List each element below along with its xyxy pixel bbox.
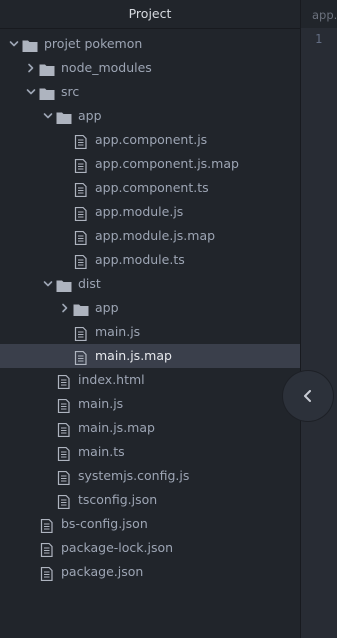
tree-file[interactable]: bs-config.json [0, 512, 300, 536]
tree-item-label: tsconfig.json [78, 492, 158, 507]
tree-item-label: app.component.js.map [95, 156, 239, 171]
tree-file[interactable]: systemjs.config.js [0, 464, 300, 488]
line-number: 1 [315, 32, 323, 46]
folder-open-icon [56, 109, 72, 124]
tree-item-label: index.html [78, 372, 145, 387]
folder-open-icon [22, 37, 38, 52]
tree-item-label: app.module.js.map [95, 228, 216, 243]
file-text-icon [73, 253, 89, 270]
tree-item-label: main.js [78, 396, 124, 411]
chevron-right-icon[interactable] [59, 296, 71, 320]
tree-item-label: main.js [95, 324, 141, 339]
tree-file[interactable]: package-lock.json [0, 536, 300, 560]
tree-file[interactable]: app.module.js.map [0, 224, 300, 248]
tree-file[interactable]: index.html [0, 368, 300, 392]
file-text-icon [56, 373, 72, 390]
file-text-icon [73, 325, 89, 342]
chevron-right-icon[interactable] [25, 56, 37, 80]
tree-item-label: app.module.js [95, 204, 184, 219]
tree-file[interactable]: app.module.js [0, 200, 300, 224]
file-text-icon [73, 181, 89, 198]
tree-folder[interactable]: node_modules [0, 56, 300, 80]
collapse-panel-button[interactable] [283, 371, 333, 421]
folder-icon [73, 301, 89, 316]
pane-title: Project [0, 0, 300, 28]
chevron-down-icon[interactable] [42, 272, 54, 296]
file-text-icon [39, 565, 55, 582]
tree-item-label: app [95, 300, 119, 315]
folder-open-icon [56, 277, 72, 292]
tree-folder[interactable]: projet pokemon [0, 32, 300, 56]
tree-item-label: app.module.ts [95, 252, 185, 267]
tree-file[interactable]: main.js.map [0, 344, 300, 368]
project-tree-pane: Project projet pokemon node_modulessrc app… [0, 0, 300, 638]
file-text-icon [39, 517, 55, 534]
tree-item-label: package-lock.json [61, 540, 174, 555]
tree-file[interactable]: app.component.ts [0, 176, 300, 200]
file-text-icon [73, 229, 89, 246]
tree-folder[interactable]: src [0, 80, 300, 104]
atom-window: Project projet pokemon node_modulessrc app… [0, 0, 337, 638]
editor-tab[interactable]: app. [301, 0, 337, 28]
tree-folder[interactable]: app [0, 296, 300, 320]
tree-file[interactable]: main.ts [0, 440, 300, 464]
tree-item-label: app.component.js [95, 132, 208, 147]
tree-file[interactable]: main.js [0, 320, 300, 344]
tree-item-label: node_modules [61, 60, 152, 75]
tree-file[interactable]: app.component.js.map [0, 152, 300, 176]
file-text-icon [56, 421, 72, 438]
tree-folder[interactable]: app [0, 104, 300, 128]
file-text-icon [73, 157, 89, 174]
tree-item-label: package.json [61, 564, 144, 579]
tree-item-label: main.js.map [95, 348, 172, 363]
chevron-down-icon[interactable] [8, 32, 20, 56]
tree-file[interactable]: app.module.ts [0, 248, 300, 272]
file-text-icon [73, 133, 89, 150]
tree-item-label: app [78, 108, 102, 123]
tree-item-label: main.js.map [78, 420, 155, 435]
tree-file[interactable]: app.component.js [0, 128, 300, 152]
tree-item-label: projet pokemon [44, 36, 143, 51]
tree-item-label: main.ts [78, 444, 125, 459]
file-text-icon [73, 349, 89, 366]
file-text-icon [56, 493, 72, 510]
tree-file[interactable]: main.js [0, 392, 300, 416]
tree-item-label: app.component.ts [95, 180, 209, 195]
tree-item-label: dist [78, 276, 101, 291]
tree-item-label: src [61, 84, 80, 99]
chevron-down-icon[interactable] [42, 104, 54, 128]
chevron-down-icon[interactable] [25, 80, 37, 104]
tree-file[interactable]: tsconfig.json [0, 488, 300, 512]
folder-icon [39, 61, 55, 76]
editor-pane[interactable]: app. 1 [301, 0, 337, 638]
file-text-icon [56, 397, 72, 414]
tree-item-label: systemjs.config.js [78, 468, 190, 483]
chevron-left-icon [304, 390, 311, 402]
file-text-icon [56, 469, 72, 486]
file-text-icon [56, 445, 72, 462]
folder-open-icon [39, 85, 55, 100]
tree-folder[interactable]: dist [0, 272, 300, 296]
tree-item-label: bs-config.json [61, 516, 148, 531]
file-text-icon [73, 205, 89, 222]
tree-file[interactable]: main.js.map [0, 416, 300, 440]
file-tree: projet pokemon node_modulessrc app app.comp… [0, 32, 300, 584]
file-text-icon [39, 541, 55, 558]
tree-file[interactable]: package.json [0, 560, 300, 584]
